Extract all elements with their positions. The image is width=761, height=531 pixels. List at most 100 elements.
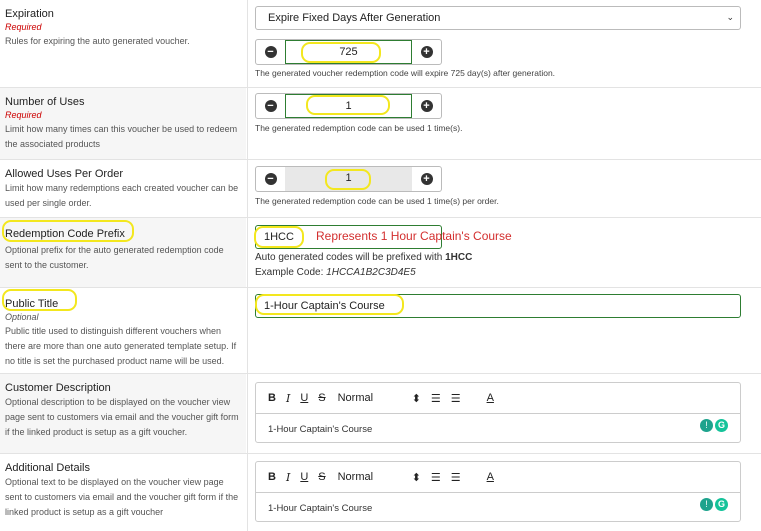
- public-title-row: Public Title Optional Public title used …: [0, 287, 761, 373]
- text-color-button[interactable]: A: [487, 392, 494, 404]
- grammarly-widget[interactable]: ! G: [700, 498, 728, 511]
- prefix-note-text: Auto generated codes will be prefixed wi…: [255, 252, 446, 263]
- public-title-label: Public Title: [5, 298, 59, 310]
- additional-label-cell: Additional Details Optional text to be d…: [0, 454, 246, 531]
- increment-button[interactable]: +: [412, 167, 441, 191]
- expiration-label: Expiration: [5, 8, 54, 20]
- public-title-description: Public title used to distinguish differe…: [5, 326, 237, 366]
- expiration-type-select[interactable]: Expire Fixed Days After Generation ⌄: [255, 6, 741, 30]
- customer-description-editor[interactable]: B I U S Normal ⬍ ☰ ☰ A 1-Hour Captain's …: [255, 382, 741, 443]
- additional-details-row: Additional Details Optional text to be d…: [0, 453, 761, 531]
- prefix-label-cell: Redemption Code Prefix Optional prefix f…: [0, 218, 246, 287]
- format-select-value: Normal: [337, 392, 374, 404]
- bulb-icon: !: [700, 419, 713, 432]
- plus-icon: +: [420, 46, 433, 58]
- additional-details-help: Optional text to be displayed on the vou…: [5, 477, 239, 517]
- prefix-note: Auto generated codes will be prefixed wi…: [255, 252, 472, 263]
- expiration-field-cell: Expire Fixed Days After Generation ⌄ − 7…: [247, 0, 761, 87]
- allowed-uses-row: Allowed Uses Per Order Limit how many re…: [0, 159, 761, 217]
- uses-hint: The generated redemption code can be use…: [255, 123, 463, 133]
- redemption-prefix-row: Redemption Code Prefix Optional prefix f…: [0, 217, 761, 287]
- allowed-uses-description: Limit how many redemptions each created …: [5, 183, 239, 208]
- title-field-cell: 1-Hour Captain's Course: [247, 288, 761, 373]
- expiration-days-stepper[interactable]: − 725 +: [255, 39, 442, 65]
- editor-toolbar: B I U S Normal ⬍ ☰ ☰ A: [256, 383, 740, 414]
- uses-stepper[interactable]: − 1 +: [255, 93, 442, 119]
- editor-content[interactable]: 1-Hour Captain's Course: [256, 414, 740, 442]
- example-code-label: Example Code:: [255, 267, 327, 278]
- expiration-type-value: Expire Fixed Days After Generation: [268, 12, 441, 24]
- customer-desc-label-cell: Customer Description Optional descriptio…: [0, 374, 246, 453]
- required-tag: Required: [5, 22, 42, 32]
- decrement-button[interactable]: −: [256, 94, 285, 118]
- expiration-days-input[interactable]: 725: [285, 40, 412, 64]
- text-color-button[interactable]: A: [487, 471, 494, 483]
- prefix-field-cell: 1HCC Represents 1 Hour Captain's Course …: [247, 218, 761, 287]
- uses-label: Number of Uses: [5, 96, 85, 108]
- additional-details-editor[interactable]: B I U S Normal ⬍ ☰ ☰ A 1-Hour Captain's …: [255, 461, 741, 522]
- bullet-list-button[interactable]: ☰: [451, 392, 461, 405]
- allowed-field-cell: − 1 + The generated redemption code can …: [247, 160, 761, 217]
- additional-field-cell: B I U S Normal ⬍ ☰ ☰ A 1-Hour Captain's …: [247, 454, 761, 531]
- expiration-row: Expiration Required Rules for expiring t…: [0, 0, 761, 87]
- expiration-description: Rules for expiring the auto generated vo…: [5, 36, 190, 46]
- required-tag: Required: [5, 110, 42, 120]
- minus-icon: −: [264, 100, 277, 112]
- optional-tag: Optional: [5, 312, 39, 322]
- allowed-uses-input[interactable]: 1: [285, 167, 412, 191]
- chevron-down-icon: ⌄: [726, 12, 734, 22]
- allowed-label-cell: Allowed Uses Per Order Limit how many re…: [0, 160, 246, 217]
- format-arrows-icon: ⬍: [411, 471, 421, 484]
- increment-button[interactable]: +: [412, 40, 441, 64]
- minus-icon: −: [264, 46, 277, 58]
- expiration-hint: The generated voucher redemption code wi…: [255, 68, 556, 78]
- bulb-icon: !: [700, 498, 713, 511]
- ordered-list-button[interactable]: ☰: [431, 392, 441, 405]
- format-select-value: Normal: [337, 471, 374, 483]
- uses-description: Limit how many times can this voucher be…: [5, 124, 238, 149]
- minus-icon: −: [264, 173, 277, 185]
- ordered-list-button[interactable]: ☰: [431, 471, 441, 484]
- bold-button[interactable]: B: [268, 471, 276, 483]
- grammarly-widget[interactable]: ! G: [700, 419, 728, 432]
- format-select[interactable]: Normal: [338, 392, 402, 404]
- format-arrows-icon: ⬍: [411, 392, 421, 405]
- bold-button[interactable]: B: [268, 392, 276, 404]
- underline-button[interactable]: U: [300, 471, 308, 483]
- uses-label-cell: Number of Uses Required Limit how many t…: [0, 88, 246, 159]
- expiration-label-cell: Expiration Required Rules for expiring t…: [0, 0, 246, 87]
- additional-details-label: Additional Details: [5, 462, 90, 474]
- plus-icon: +: [420, 100, 433, 112]
- grammarly-icon: G: [715, 419, 728, 432]
- allowed-uses-hint: The generated redemption code can be use…: [255, 196, 499, 206]
- allowed-uses-stepper[interactable]: − 1 +: [255, 166, 442, 192]
- uses-field-cell: − 1 + The generated redemption code can …: [247, 88, 761, 159]
- editor-toolbar: B I U S Normal ⬍ ☰ ☰ A: [256, 462, 740, 493]
- number-of-uses-row: Number of Uses Required Limit how many t…: [0, 87, 761, 159]
- grammarly-icon: G: [715, 498, 728, 511]
- decrement-button[interactable]: −: [256, 40, 285, 64]
- prefix-label: Redemption Code Prefix: [5, 228, 125, 240]
- prefix-description: Optional prefix for the auto generated r…: [5, 245, 224, 270]
- customer-description-help: Optional description to be displayed on …: [5, 397, 239, 437]
- increment-button[interactable]: +: [412, 94, 441, 118]
- prefix-note-value: 1HCC: [445, 252, 473, 263]
- example-code-value: 1HCCA1B2C3D4E5: [326, 267, 416, 278]
- bullet-list-button[interactable]: ☰: [451, 471, 461, 484]
- format-select[interactable]: Normal: [338, 471, 402, 483]
- prefix-annotation: Represents 1 Hour Captain's Course: [316, 229, 512, 243]
- editor-content[interactable]: 1-Hour Captain's Course: [256, 493, 740, 521]
- customer-description-row: Customer Description Optional descriptio…: [0, 373, 761, 453]
- strikethrough-button[interactable]: S: [318, 471, 325, 483]
- uses-input[interactable]: 1: [285, 94, 412, 118]
- customer-description-label: Customer Description: [5, 382, 111, 394]
- customer-desc-field-cell: B I U S Normal ⬍ ☰ ☰ A 1-Hour Captain's …: [247, 374, 761, 453]
- allowed-uses-label: Allowed Uses Per Order: [5, 168, 123, 180]
- italic-button[interactable]: I: [286, 392, 290, 405]
- italic-button[interactable]: I: [286, 471, 290, 484]
- strikethrough-button[interactable]: S: [318, 392, 325, 404]
- public-title-input[interactable]: 1-Hour Captain's Course: [255, 294, 741, 318]
- title-label-cell: Public Title Optional Public title used …: [0, 288, 246, 373]
- decrement-button[interactable]: −: [256, 167, 285, 191]
- underline-button[interactable]: U: [300, 392, 308, 404]
